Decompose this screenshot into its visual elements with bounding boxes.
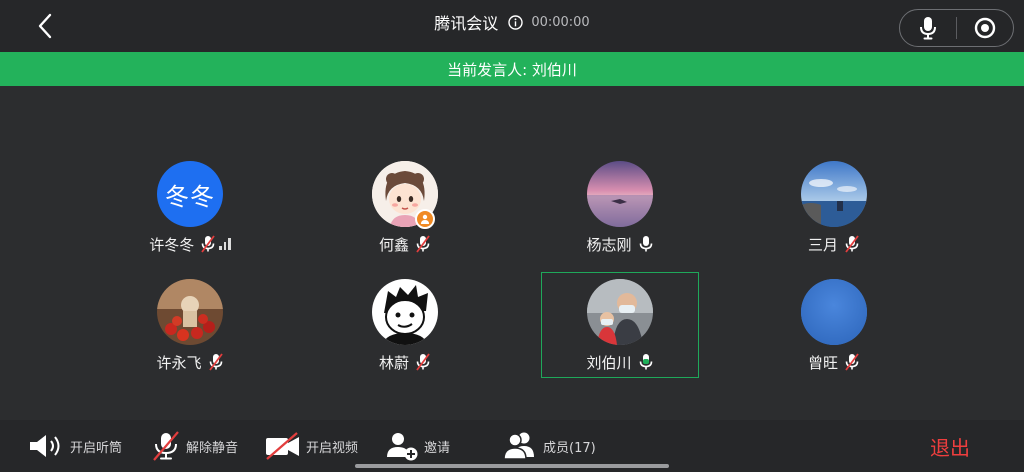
speaker-toggle-button[interactable]: 开启听筒 [28,430,122,462]
participant-tile[interactable]: 林蔚 [326,277,484,383]
mic-muted-icon [415,353,431,371]
video-off-icon [266,432,299,460]
top-bar: 腾讯会议 00:00:00 [0,0,1024,52]
meeting-timer: 00:00:00 [531,14,590,30]
participant-name-row: 三月 [755,233,913,255]
mic-muted-icon [415,235,431,253]
participant-name: 林蔚 [378,353,409,372]
back-button[interactable] [30,12,60,40]
unmute-label: 解除静音 [186,440,239,456]
avatar [801,161,867,227]
participant-tile[interactable]: 曾旺 [755,277,913,383]
title-area: 腾讯会议 00:00:00 [0,0,1024,44]
meeting-title: 腾讯会议 [434,14,499,33]
participant-tile[interactable]: 何鑫 [326,159,484,265]
audio-button[interactable] [900,10,956,46]
add-user-icon [387,433,418,461]
speaker-icon [30,435,60,457]
avatar [587,279,653,345]
chevron-left-icon [38,13,52,39]
leave-button[interactable]: 退出 [930,432,970,461]
participant-name: 许永飞 [156,353,202,372]
mic-muted-icon [200,235,216,253]
signal-strength-icon [219,238,231,250]
home-indicator[interactable] [355,464,669,468]
mic-muted-icon [844,235,860,253]
start-video-label: 开启视频 [306,440,359,456]
participant-tile[interactable]: 杨志刚 [541,159,699,265]
participant-name: 刘伯川 [586,353,632,372]
unmute-button[interactable]: 解除静音 [150,430,238,462]
members-icon [503,432,534,460]
start-video-button[interactable]: 开启视频 [264,430,358,462]
info-icon[interactable] [508,14,524,30]
mic-muted-icon [208,353,224,371]
invite-button[interactable]: 邀请 [386,430,450,462]
participant-tile[interactable]: 许永飞 [111,277,269,383]
mic-muted-icon [153,431,179,461]
avatar: 冬冬 [157,161,223,227]
microphone-icon [638,235,654,253]
avatar [372,279,438,345]
participant-name-row: 杨志刚 [541,233,699,255]
current-speaker-text: 当前发言人: 刘伯川 [447,60,577,79]
microphone-icon [920,17,936,40]
participant-name: 曾旺 [807,353,838,372]
host-badge [415,209,435,229]
participant-tile[interactable]: 冬冬 许冬冬 [111,159,269,265]
participant-name-row: 许冬冬 [111,233,269,255]
top-right-controls [899,9,1014,47]
avatar [587,161,653,227]
current-speaker-banner: 当前发言人: 刘伯川 [0,52,1024,86]
participant-name: 杨志刚 [586,235,632,254]
mic-muted-icon [844,353,860,371]
participant-name-row: 林蔚 [326,351,484,373]
participant-tile[interactable]: 三月 [755,159,913,265]
speaker-toggle-label: 开启听筒 [70,440,123,456]
participant-name-row: 何鑫 [326,233,484,255]
participant-name-row: 曾旺 [755,351,913,373]
microphone-speaking-icon [638,353,654,371]
avatar [157,279,223,345]
avatar-initials: 冬冬 [165,182,215,211]
avatar [801,279,867,345]
record-button[interactable] [957,10,1013,46]
participant-name: 三月 [807,235,838,254]
members-label: 成员(17) [543,440,596,456]
record-icon [974,17,996,39]
participant-name: 许冬冬 [149,235,195,254]
user-icon [421,214,429,224]
participant-tile-active-speaker[interactable]: 刘伯川 [541,272,699,378]
participant-name: 何鑫 [378,235,409,254]
participant-name-row: 许永飞 [111,351,269,373]
invite-label: 邀请 [424,440,451,456]
members-button[interactable]: 成员(17) [503,430,596,462]
participant-name-row: 刘伯川 [542,351,698,373]
